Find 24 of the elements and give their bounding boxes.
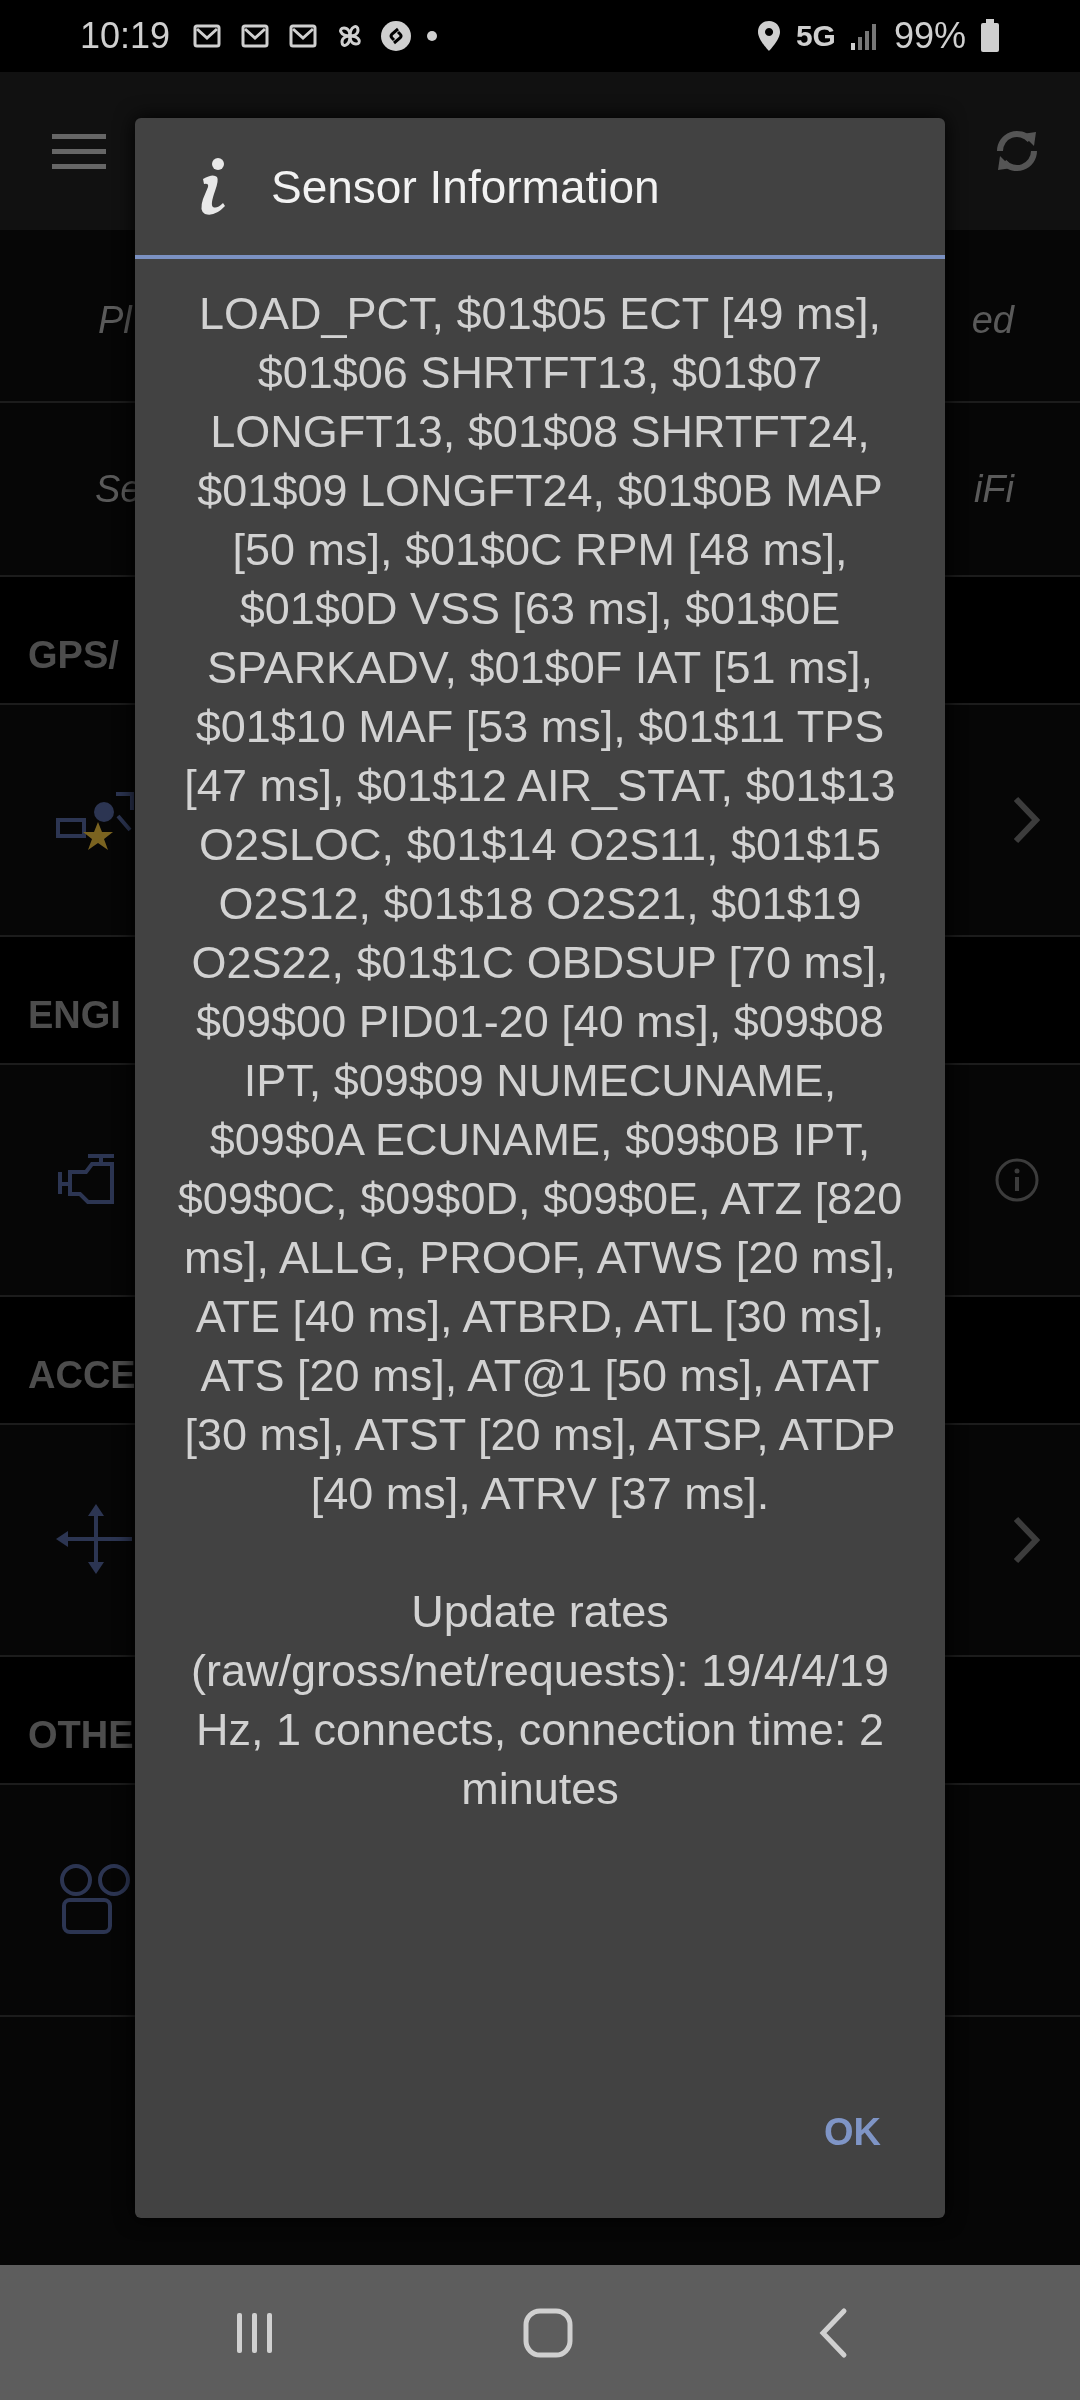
chevron-right-icon[interactable] [1012,1515,1040,1565]
chevron-right-icon[interactable] [1012,795,1040,845]
section-header: ACCE [27,1354,136,1397]
location-icon [755,20,782,52]
dialog-title: Sensor Information [271,159,660,214]
move-arrows-icon[interactable] [56,1504,135,1576]
section-header: ENGI [27,994,121,1037]
network-label: 5G [795,19,836,53]
battery-icon [980,19,1000,53]
info-icon[interactable] [994,1157,1040,1203]
section-header: GPS/ [27,634,119,677]
message-text: LOAD_PCT, $01$05 ECT [49 ms], $01$06 SHRTFT13, $01$07 LONGFT13, $01$08 SHRTFT24, $01$09 LONGFT24, $01$0B MAP [50 ms], $01$0C RPM [48 ms], $01$0D VSS [63 ms], $01$0E SPARKADV, $01$0F IAT [51 ms], $01$10 MAF [53 ms], $01$11 TPS [47 ms], $01$12 AIR_STAT, $01$13 O2SLOC, $01$14 O2S11, $01$15 O2S12, $01$18 O2S21, $01$19 O2S22, $01$1C OBDSUP [70 ms], $09$00 PID01-20 [40 ms], $09$08 IPT, $09$09 NUMECUNAME, $09$0A ECUNAME, $09$0B IPT, $09$0C, $09$0D, $09$0E, ATZ [820 ms], ALLG, PROOF, ATWS [20 ms], ATE [40 ms], ATBRD, ATL [30 ms], ATS [20 ms], AT@1 [50 ms], ATAT [30 ms], ATST [20 ms], ATSP, ATDP [40 ms], ATRV [37 ms]. [176,287,904,1521]
menu-icon[interactable] [52,131,106,171]
ok-button[interactable]: OK [812,2099,893,2166]
swirl-icon [380,20,413,52]
caption-text: Pl [97,299,132,342]
home-icon[interactable] [522,2306,574,2359]
battery-level: 99% [893,15,966,57]
clock: 10:19 [80,15,171,57]
dot-icon [426,30,439,42]
message-text: Update rates (raw/gross/net/requests): 19/4/4/19 Hz, 1 connects, connection time: 2 minutes [190,1585,890,1816]
section-header: OTHE [27,1714,134,1757]
caption-text: ed [971,299,1016,342]
caption-text: iFi [973,467,1016,511]
